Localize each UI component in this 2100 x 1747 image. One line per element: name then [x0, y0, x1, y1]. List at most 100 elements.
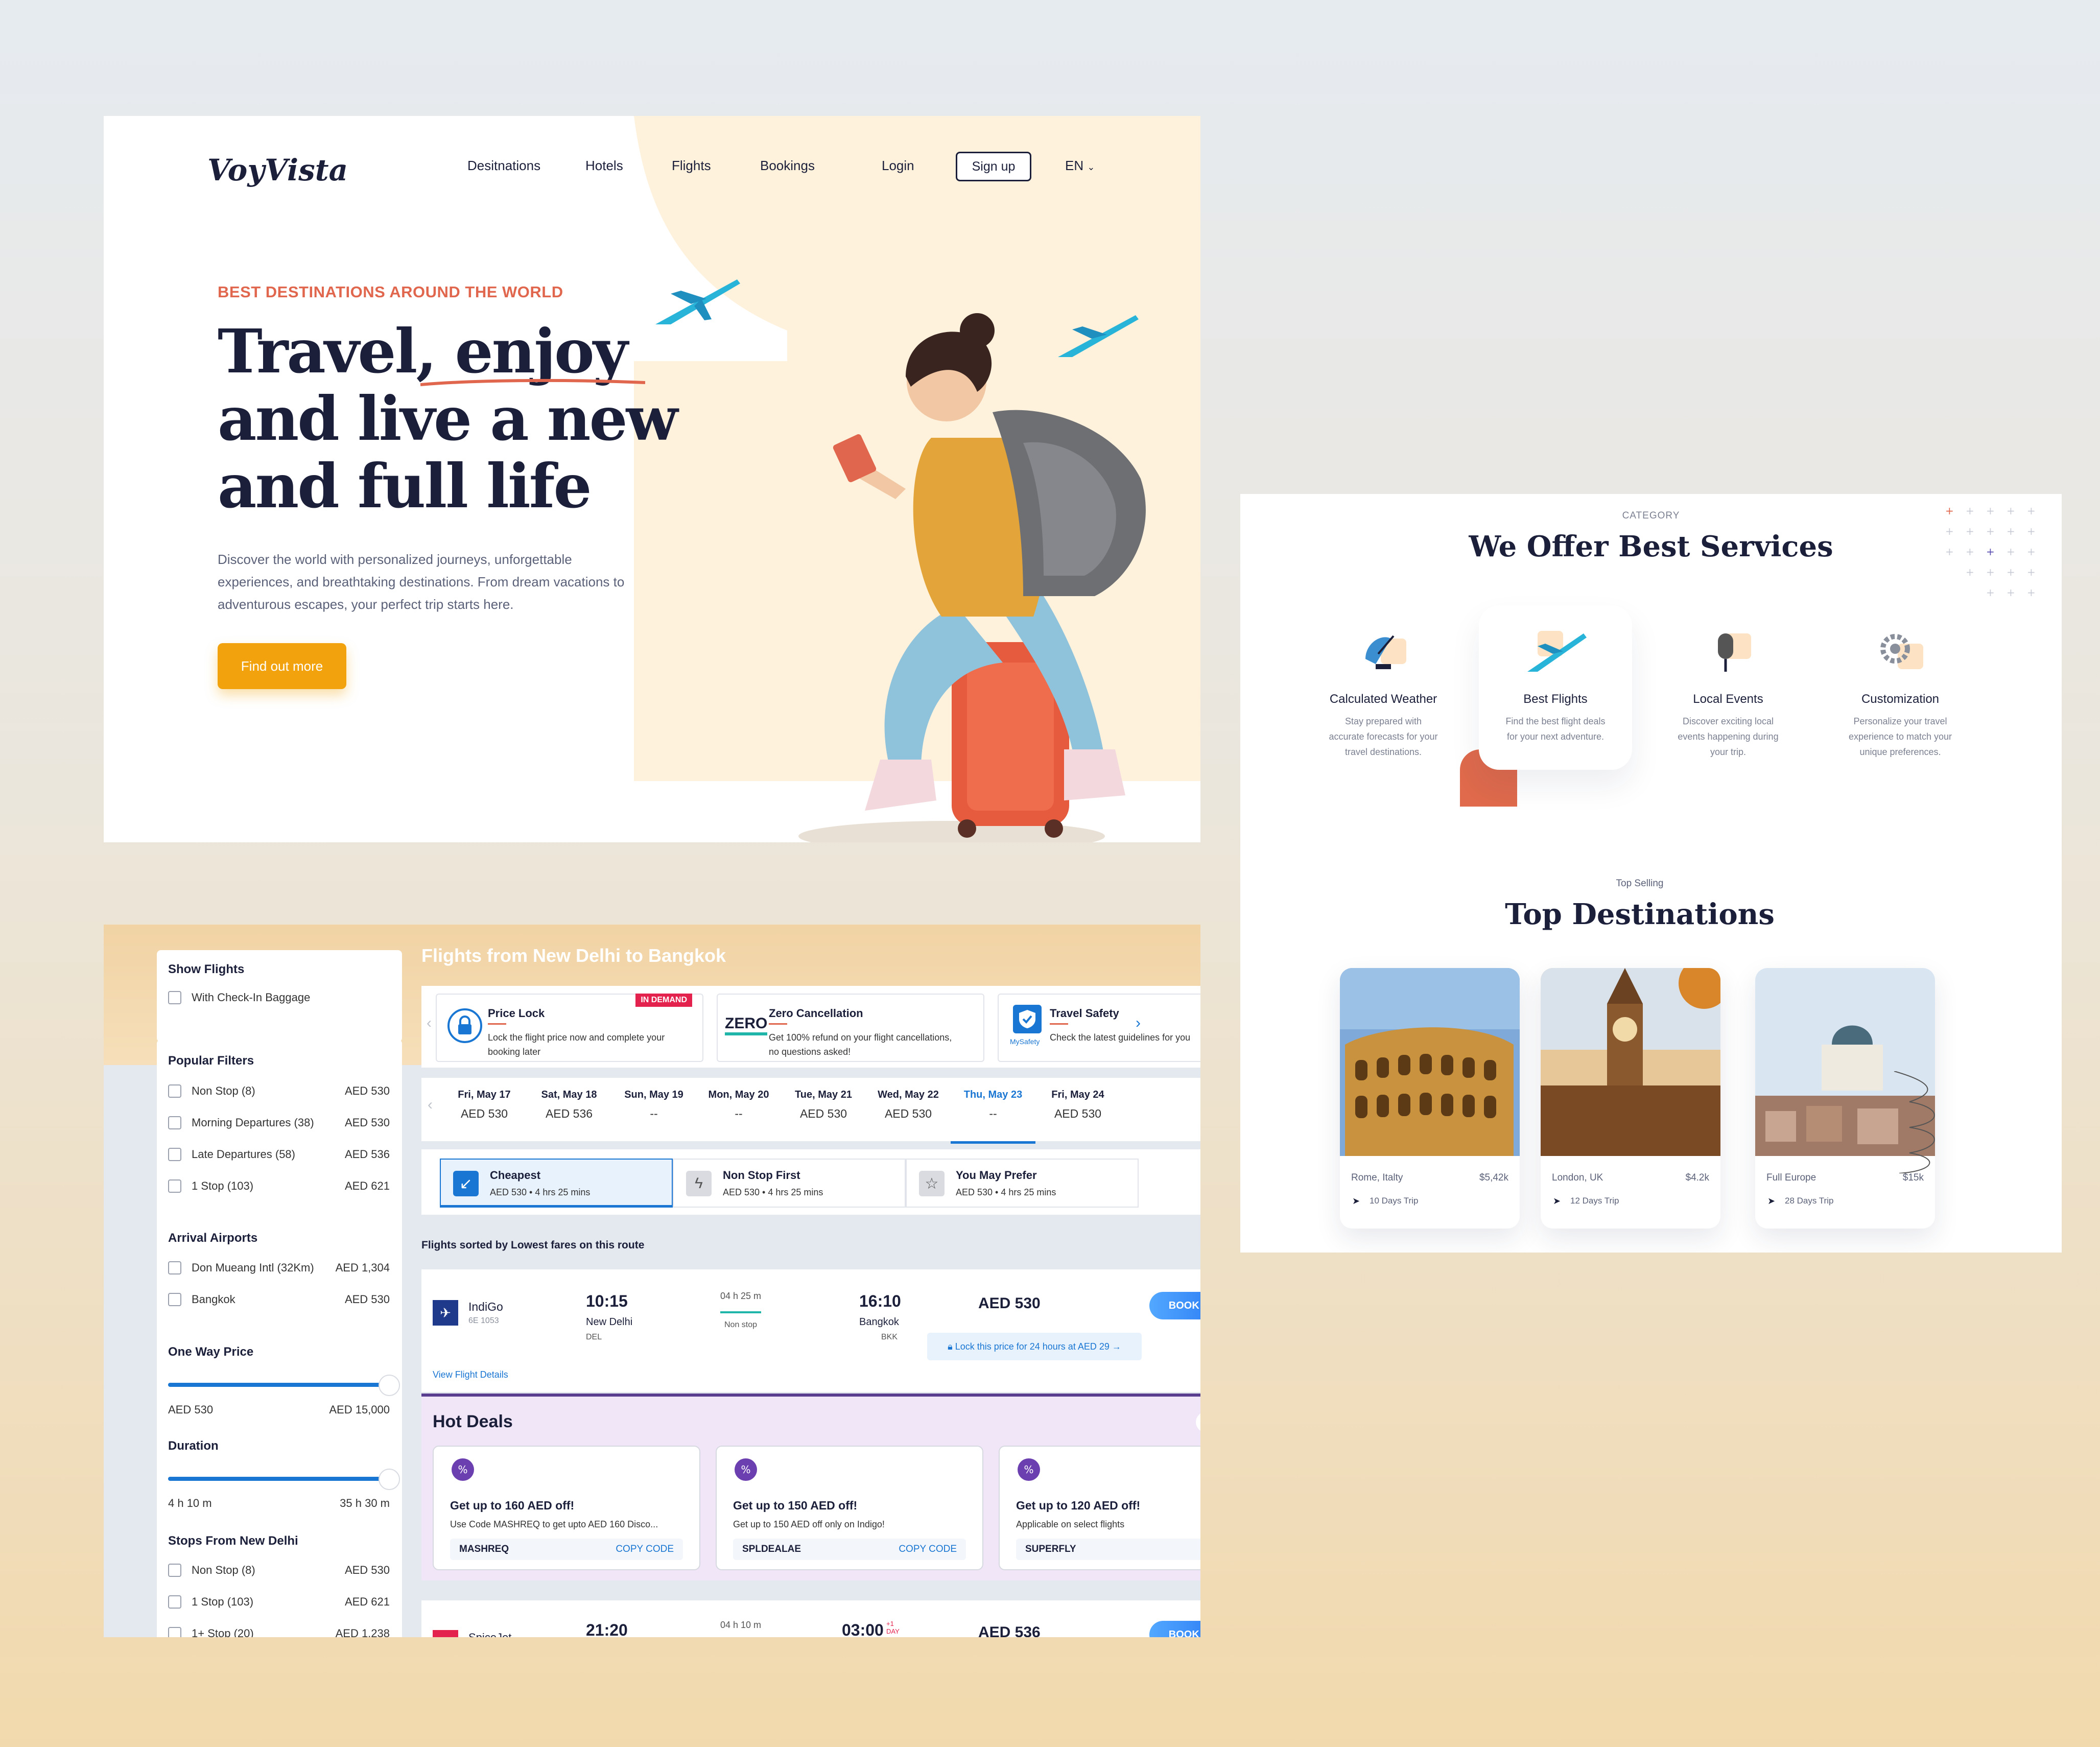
popular-filters-title: Popular Filters [168, 1054, 254, 1068]
duration-max: 35 h 30 m [340, 1497, 390, 1509]
copy-code-button[interactable]: COPY CODE [899, 1544, 957, 1555]
one-way-price-title: One Way Price [168, 1345, 254, 1359]
filters-sidebar: Popular Filters Non Stop (8) AED 530 Morn… [157, 1040, 402, 1637]
date-option-selected[interactable]: Thu, May 23 -- [951, 1089, 1035, 1144]
destination-card-rome[interactable]: Rome, Italty $5,42k ➤ 10 Days Trip [1340, 968, 1520, 1229]
service-weather[interactable]: Calculated Weather Stay prepared with ac… [1307, 621, 1460, 760]
service-customization[interactable]: Customization Personalize your travel ex… [1824, 621, 1977, 760]
language-selector[interactable]: EN ⌄ [1065, 158, 1095, 174]
service-flights[interactable]: Best Flights Find the best flight deals … [1479, 621, 1632, 744]
destination-card-london[interactable]: London, UK $4.2k ➤ 12 Days Trip [1541, 968, 1720, 1229]
nav-hotels[interactable]: Hotels [585, 158, 623, 174]
navigation-arrow-icon: ➤ [1767, 1196, 1776, 1206]
service-local-events[interactable]: Local Events Discover exciting local eve… [1651, 621, 1805, 760]
checkbox[interactable] [168, 1564, 181, 1577]
checkbox[interactable] [168, 1179, 181, 1193]
deal-card[interactable]: % Get up to 160 AED off! Use Code MASHRE… [433, 1446, 700, 1570]
destination-place: Rome, Italty [1351, 1172, 1403, 1183]
date-price: AED 530 [884, 1107, 932, 1120]
date-option[interactable]: Fri, May 17 AED 530 [442, 1089, 527, 1121]
svg-text:+: + [2027, 566, 2036, 578]
deal-card[interactable]: % Get up to 150 AED off! Get up to 150 A… [716, 1446, 983, 1570]
svg-text:%: % [741, 1463, 750, 1476]
date-option[interactable]: Mon, May 20 -- [696, 1089, 781, 1121]
svg-text:+: + [1966, 546, 1974, 558]
date-day: Tue, May 21 [795, 1089, 852, 1100]
decorative-scribble [1894, 1071, 1935, 1173]
flight-price: AED 536 [978, 1624, 1041, 1637]
date-option[interactable]: Wed, May 22 AED 530 [866, 1089, 951, 1121]
checkbox[interactable] [168, 1148, 181, 1161]
option-price: AED 1,304 [335, 1261, 390, 1274]
date-option[interactable]: Sun, May 19 -- [611, 1089, 696, 1121]
perk-price-lock[interactable]: IN DEMAND Price Lock Lock the flight pri… [436, 994, 703, 1062]
discount-badge-icon: % [452, 1458, 474, 1481]
svg-text:+: + [1966, 525, 1974, 537]
date-option[interactable]: Tue, May 21 AED 530 [781, 1089, 866, 1121]
chevron-left-icon[interactable]: ‹ [428, 1096, 433, 1114]
perk-zero-cancellation[interactable]: ZERO Zero Cancellation Get 100% refund o… [717, 994, 984, 1062]
destination-trip: 12 Days Trip [1570, 1196, 1619, 1206]
sort-you-may-prefer[interactable]: ☆ You May Prefer AED 530 • 4 hrs 25 mins [906, 1159, 1139, 1208]
find-out-more-button[interactable]: Find out more [218, 643, 346, 689]
services-title: We Offer Best Services [1469, 530, 1833, 563]
top-destinations-title: Top Destinations [1505, 898, 1775, 931]
price-slider[interactable] [168, 1375, 400, 1396]
arrival-code: BKK [881, 1333, 898, 1341]
sort-title: Non Stop First [723, 1169, 800, 1182]
flight-price: AED 530 [978, 1295, 1041, 1312]
service-desc: Find the best flight deals for your next… [1505, 716, 1606, 742]
deal-code-box[interactable]: MASHREQ COPY CODE [450, 1539, 683, 1560]
slider-handle[interactable] [379, 1469, 400, 1490]
nav-flights[interactable]: Flights [672, 158, 711, 174]
deals-carousel-controls[interactable]: ‹› [1196, 1412, 1200, 1432]
date-option[interactable]: Sat, May 18 AED 536 [527, 1089, 611, 1121]
checkbox[interactable] [168, 1261, 181, 1274]
checkbox[interactable] [168, 1627, 181, 1637]
nav-bookings[interactable]: Bookings [760, 158, 815, 174]
date-option[interactable]: Fri, May 24 AED 530 [1035, 1089, 1120, 1121]
checkbox[interactable] [168, 1116, 181, 1129]
perk-underline [1050, 1023, 1068, 1025]
deal-code-box[interactable]: SPLDEALAE COPY CODE [733, 1539, 966, 1560]
book-now-button[interactable]: BOOK NOW [1149, 1621, 1200, 1637]
checkbox[interactable] [168, 991, 181, 1004]
duration-min: 4 h 10 m [168, 1497, 212, 1509]
book-now-button[interactable]: BOOK NOW [1149, 1292, 1200, 1319]
option-price: AED 621 [344, 1595, 390, 1608]
view-flight-details-link[interactable]: View Flight Details [433, 1370, 508, 1380]
sort-cheapest[interactable]: ↙ Cheapest AED 530 • 4 hrs 25 mins [440, 1159, 673, 1208]
svg-text:%: % [1024, 1463, 1033, 1476]
hero-eyebrow: BEST DESTINATIONS AROUND THE WORLD [218, 283, 563, 301]
chevron-left-icon[interactable]: ‹ [427, 1014, 432, 1032]
svg-text:%: % [458, 1463, 467, 1476]
checkbox[interactable] [168, 1084, 181, 1098]
deal-card[interactable]: % Get up to 120 AED off! Applicable on s… [999, 1446, 1200, 1570]
duration-line [720, 1311, 761, 1313]
nav-login[interactable]: Login [882, 158, 914, 174]
perk-travel-safety[interactable]: MySafety Travel Safety Check the latest … [998, 994, 1200, 1062]
hot-deals-title: Hot Deals [433, 1412, 513, 1431]
category-eyebrow: CATEGORY [1622, 510, 1680, 521]
date-price: AED 530 [460, 1107, 508, 1120]
option-label: Don Mueang Intl (32Km) [192, 1261, 314, 1274]
checkbox[interactable] [168, 1595, 181, 1609]
price-lock-link[interactable]: 🔒︎ Lock this price for 24 hours at AED 2… [927, 1333, 1142, 1360]
flight-stops: Non stop [724, 1320, 758, 1329]
shield-check-icon [1013, 1005, 1042, 1033]
slider-handle[interactable] [379, 1375, 400, 1396]
checkbox[interactable] [168, 1293, 181, 1306]
svg-text:+: + [2007, 505, 2015, 517]
logo[interactable]: VoyVista [207, 153, 348, 187]
nav-destinations[interactable]: Desitnations [467, 158, 540, 174]
copy-code-button[interactable]: COPY CODE [616, 1544, 674, 1555]
hero-panel: VoyVista Desitnations Hotels Flights Boo… [104, 116, 1200, 842]
perk-desc: Lock the flight price now and complete y… [488, 1032, 665, 1057]
departure-time: 10:15 [586, 1292, 628, 1310]
chevron-right-icon[interactable]: › [1136, 1014, 1141, 1032]
sort-non-stop-first[interactable]: ϟ Non Stop First AED 530 • 4 hrs 25 mins [673, 1159, 906, 1208]
deal-code-box[interactable]: SUPERFLY [1016, 1539, 1200, 1560]
signup-button[interactable]: Sign up [956, 152, 1031, 181]
svg-text:+: + [1986, 525, 1995, 537]
duration-slider[interactable] [168, 1469, 400, 1490]
